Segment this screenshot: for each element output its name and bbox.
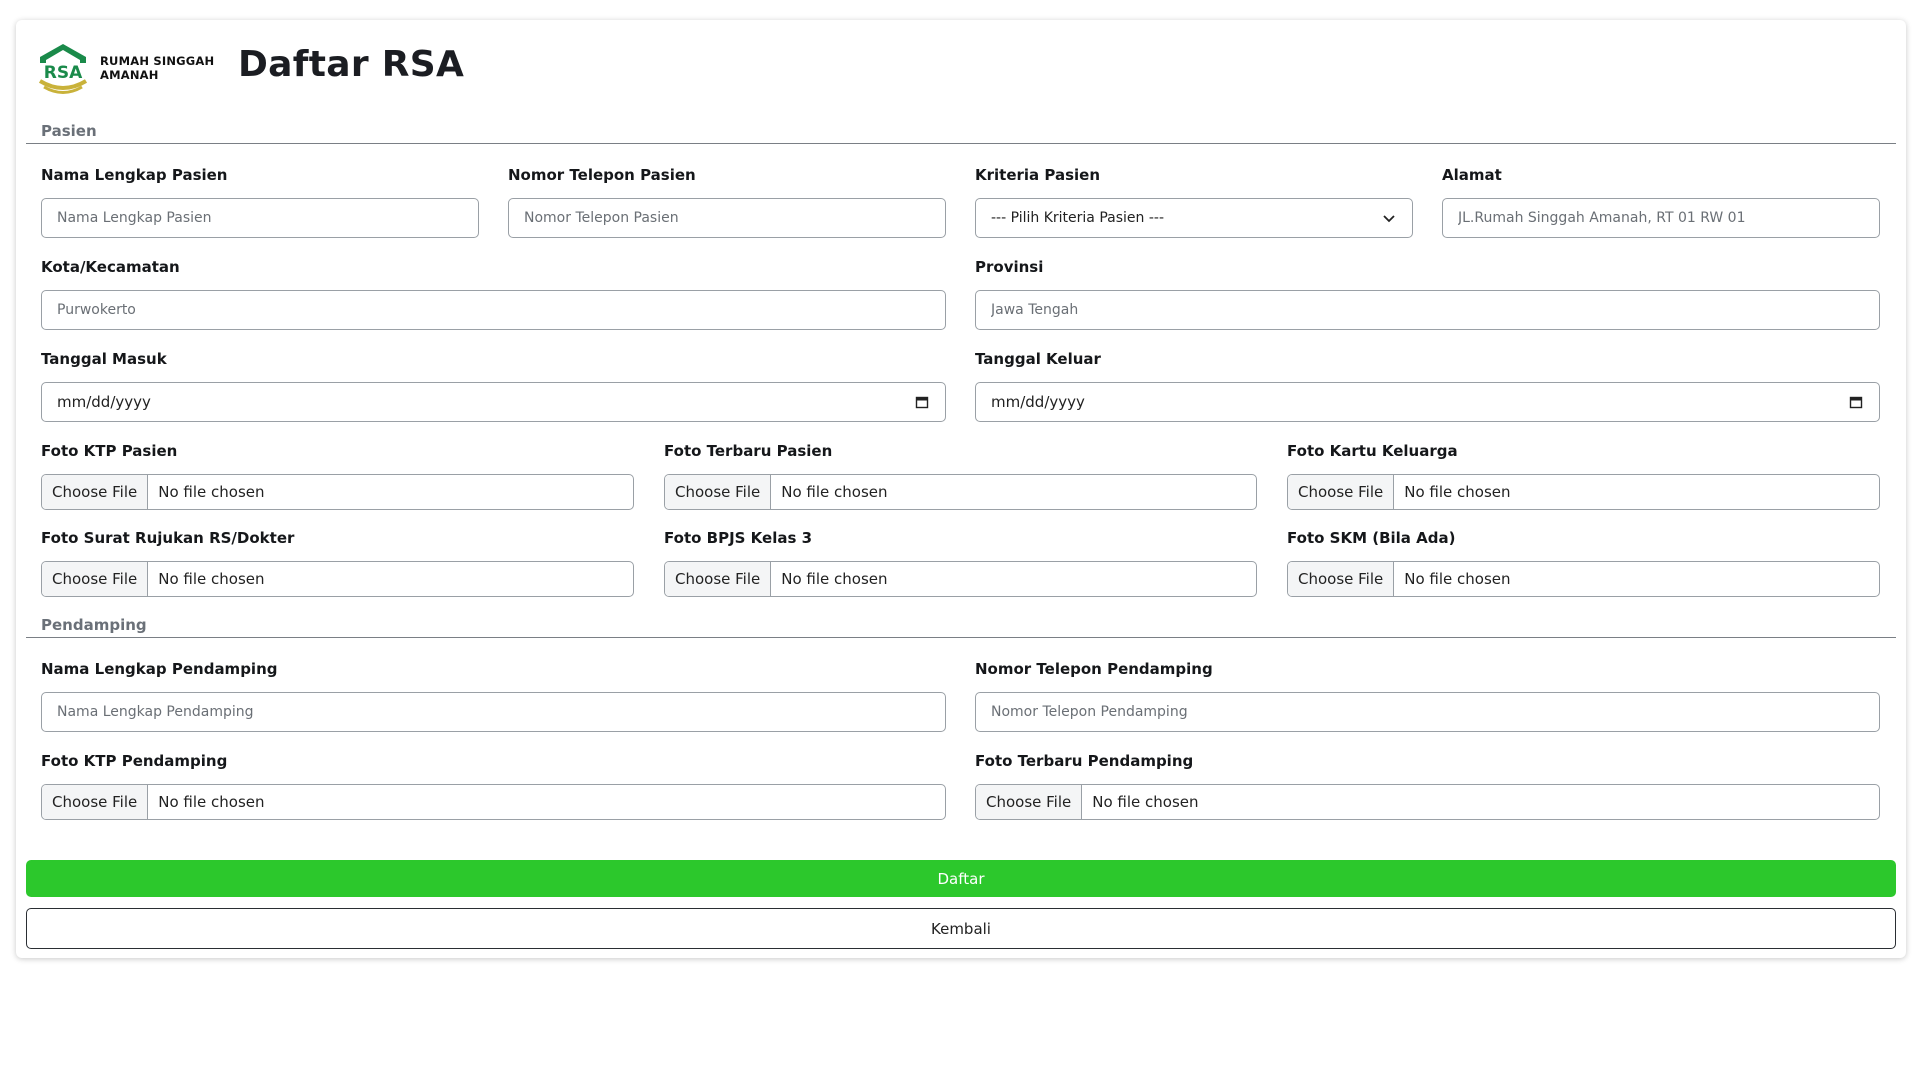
foto-skm-label: Foto SKM (Bila Ada) — [1287, 529, 1456, 547]
foto-kartu-keluarga-input[interactable]: Choose File No file chosen — [1287, 474, 1880, 510]
foto-ktp-pendamping-label: Foto KTP Pendamping — [41, 752, 228, 770]
chevron-down-icon — [1383, 215, 1395, 223]
tanggal-keluar-placeholder: mm/dd/yyyy — [991, 393, 1085, 411]
kriteria-pasien-select[interactable]: --- Pilih Kriteria Pasien --- — [975, 198, 1413, 238]
section-pendamping-title: Pendamping — [41, 616, 147, 634]
foto-ktp-pasien-label: Foto KTP Pasien — [41, 442, 178, 460]
section-pasien-title: Pasien — [41, 122, 97, 140]
choose-file-button[interactable]: Choose File — [1288, 475, 1395, 509]
file-status: No file chosen — [158, 570, 265, 588]
file-status: No file chosen — [1404, 483, 1511, 501]
foto-terbaru-pendamping-input[interactable]: Choose File No file chosen — [975, 784, 1880, 820]
tanggal-masuk-label: Tanggal Masuk — [41, 350, 167, 368]
choose-file-button[interactable]: Choose File — [665, 562, 772, 596]
rsa-logo-icon: RSA — [38, 44, 88, 94]
telepon-pendamping-label: Nomor Telepon Pendamping — [975, 660, 1213, 678]
brand-logo: RSA RUMAH SINGGAH AMANAH — [34, 41, 214, 95]
page-title: Daftar RSA — [238, 44, 465, 85]
telepon-pasien-input[interactable] — [508, 198, 946, 238]
foto-bpjs-input[interactable]: Choose File No file chosen — [664, 561, 1257, 597]
registration-card: RSA RUMAH SINGGAH AMANAH Daftar RSA Pasi… — [16, 20, 1906, 958]
brand-line-1: RUMAH SINGGAH — [100, 54, 215, 68]
telepon-pendamping-input[interactable] — [975, 692, 1880, 732]
brand-name: RUMAH SINGGAH AMANAH — [100, 54, 214, 82]
kota-label: Kota/Kecamatan — [41, 258, 180, 276]
foto-terbaru-pasien-label: Foto Terbaru Pasien — [664, 442, 833, 460]
foto-surat-rujukan-input[interactable]: Choose File No file chosen — [41, 561, 634, 597]
nama-pendamping-label: Nama Lengkap Pendamping — [41, 660, 278, 678]
foto-terbaru-pasien-input[interactable]: Choose File No file chosen — [664, 474, 1257, 510]
choose-file-button[interactable]: Choose File — [42, 785, 149, 819]
file-status: No file chosen — [158, 483, 265, 501]
kota-input[interactable] — [41, 290, 946, 330]
choose-file-button[interactable]: Choose File — [665, 475, 772, 509]
file-status: No file chosen — [781, 570, 888, 588]
foto-surat-rujukan-label: Foto Surat Rujukan RS/Dokter — [41, 529, 295, 547]
foto-kartu-keluarga-label: Foto Kartu Keluarga — [1287, 442, 1458, 460]
calendar-icon[interactable] — [915, 395, 929, 409]
section-pendamping: Pendamping — [26, 614, 1896, 638]
header: RSA RUMAH SINGGAH AMANAH — [34, 38, 214, 98]
kriteria-pasien-label: Kriteria Pasien — [975, 166, 1101, 184]
nama-pendamping-input[interactable] — [41, 692, 946, 732]
choose-file-button[interactable]: Choose File — [42, 475, 149, 509]
alamat-input[interactable] — [1442, 198, 1880, 238]
foto-terbaru-pendamping-label: Foto Terbaru Pendamping — [975, 752, 1194, 770]
tanggal-keluar-label: Tanggal Keluar — [975, 350, 1101, 368]
nama-pasien-input[interactable] — [41, 198, 479, 238]
telepon-pasien-label: Nomor Telepon Pasien — [508, 166, 696, 184]
brand-line-2: AMANAH — [100, 68, 159, 82]
choose-file-button[interactable]: Choose File — [42, 562, 149, 596]
svg-text:RSA: RSA — [44, 63, 83, 83]
section-pasien: Pasien — [26, 120, 1896, 144]
file-status: No file chosen — [781, 483, 888, 501]
alamat-label: Alamat — [1442, 166, 1502, 184]
foto-skm-input[interactable]: Choose File No file chosen — [1287, 561, 1880, 597]
kriteria-pasien-selected: --- Pilih Kriteria Pasien --- — [991, 210, 1165, 226]
tanggal-masuk-input[interactable]: mm/dd/yyyy — [41, 382, 946, 422]
tanggal-keluar-input[interactable]: mm/dd/yyyy — [975, 382, 1880, 422]
daftar-button[interactable]: Daftar — [26, 860, 1896, 897]
provinsi-label: Provinsi — [975, 258, 1044, 276]
kembali-button[interactable]: Kembali — [26, 908, 1896, 949]
calendar-icon[interactable] — [1849, 395, 1863, 409]
file-status: No file chosen — [1092, 793, 1199, 811]
file-status: No file chosen — [1404, 570, 1511, 588]
provinsi-input[interactable] — [975, 290, 1880, 330]
choose-file-button[interactable]: Choose File — [976, 785, 1083, 819]
choose-file-button[interactable]: Choose File — [1288, 562, 1395, 596]
foto-ktp-pendamping-input[interactable]: Choose File No file chosen — [41, 784, 946, 820]
nama-pasien-label: Nama Lengkap Pasien — [41, 166, 228, 184]
foto-bpjs-label: Foto BPJS Kelas 3 — [664, 529, 813, 547]
file-status: No file chosen — [158, 793, 265, 811]
tanggal-masuk-placeholder: mm/dd/yyyy — [57, 393, 151, 411]
foto-ktp-pasien-input[interactable]: Choose File No file chosen — [41, 474, 634, 510]
